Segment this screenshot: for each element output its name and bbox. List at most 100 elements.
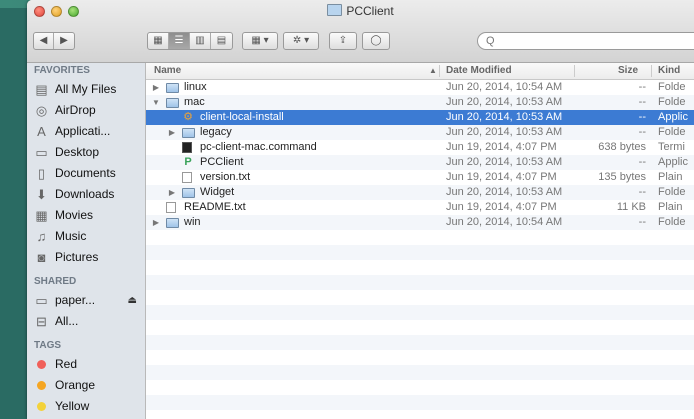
share-button[interactable]: ⇪ bbox=[329, 32, 357, 50]
empty-row bbox=[146, 260, 694, 275]
sidebar-item-airdrop[interactable]: ◎ AirDrop bbox=[27, 100, 145, 121]
table-row[interactable]: version.txt Jun 19, 2014, 4:07 PM 135 byte… bbox=[146, 170, 694, 185]
disclosure-closed-icon[interactable]: ▶ bbox=[152, 215, 160, 230]
nav-buttons: ◀ ▶ bbox=[33, 32, 75, 50]
sidebar-item-all-my-files[interactable]: ▤ All My Files bbox=[27, 79, 145, 100]
file-kind: Folde bbox=[658, 126, 686, 138]
applications-icon: A bbox=[37, 124, 46, 139]
empty-row bbox=[146, 380, 694, 395]
sidebar-item-label: Movies bbox=[55, 208, 94, 222]
finder-window: PCClient ◀ ▶ ▦ ☰ ▥ ▤ ▦ ▾ ✲ ▾ ⇪ ◯ Q FAVOR… bbox=[27, 0, 694, 419]
icon-view-button[interactable]: ▦ bbox=[148, 33, 169, 49]
title-bar: PCClient ◀ ▶ ▦ ☰ ▥ ▤ ▦ ▾ ✲ ▾ ⇪ ◯ Q bbox=[27, 0, 694, 63]
column-name[interactable]: Name bbox=[154, 63, 181, 79]
table-row[interactable]: ▼ mac Jun 20, 2014, 10:53 AM -- Folde bbox=[146, 95, 694, 110]
sidebar-item-music[interactable]: ♫ Music bbox=[27, 226, 145, 247]
folder-icon bbox=[166, 218, 179, 228]
sidebar-item-label: Music bbox=[55, 229, 87, 243]
empty-row bbox=[146, 230, 694, 245]
empty-row bbox=[146, 275, 694, 290]
desktop-icon: ▭ bbox=[35, 145, 48, 160]
back-button[interactable]: ◀ bbox=[34, 33, 55, 49]
folder-icon bbox=[166, 98, 179, 108]
sidebar-item-label: Desktop bbox=[55, 145, 100, 159]
file-date-modified: Jun 20, 2014, 10:53 AM bbox=[446, 111, 563, 123]
sidebar-item-label: All... bbox=[55, 314, 79, 328]
file-date-modified: Jun 20, 2014, 10:53 AM bbox=[446, 186, 563, 198]
empty-row bbox=[146, 290, 694, 305]
sidebar-item-tag-yellow[interactable]: Yellow bbox=[27, 396, 145, 417]
sidebar-item-documents[interactable]: ▯ Documents bbox=[27, 163, 145, 184]
file-date-modified: Jun 20, 2014, 10:54 AM bbox=[446, 81, 563, 93]
column-kind[interactable]: Kind bbox=[658, 63, 680, 79]
file-name: pc-client-mac.command bbox=[200, 141, 317, 153]
sidebar-item-downloads[interactable]: ⬇ Downloads bbox=[27, 184, 145, 205]
coverflow-view-button[interactable]: ▤ bbox=[211, 33, 232, 49]
sidebar-item-paper-server[interactable]: ▭ paper... ⏏ bbox=[27, 290, 145, 311]
column-divider[interactable] bbox=[439, 65, 440, 77]
sidebar-item-applications[interactable]: A Applicati... bbox=[27, 121, 145, 142]
table-row[interactable]: ▶ win Jun 20, 2014, 10:54 AM -- Folde bbox=[146, 215, 694, 230]
empty-row bbox=[146, 395, 694, 410]
sidebar-item-movies[interactable]: ▦ Movies bbox=[27, 205, 145, 226]
file-kind: Applic bbox=[658, 111, 688, 123]
search-input[interactable]: Q bbox=[477, 32, 694, 50]
column-view-button[interactable]: ▥ bbox=[190, 33, 211, 49]
yellow-tag-icon bbox=[37, 402, 46, 411]
table-row[interactable]: README.txt Jun 19, 2014, 4:07 PM 11 KB Plai… bbox=[146, 200, 694, 215]
file-name: win bbox=[184, 216, 201, 228]
file-date-modified: Jun 19, 2014, 4:07 PM bbox=[446, 201, 557, 213]
column-date-modified[interactable]: Date Modified bbox=[446, 63, 512, 79]
sidebar-item-desktop[interactable]: ▭ Desktop bbox=[27, 142, 145, 163]
sidebar-item-label: Pictures bbox=[55, 250, 99, 264]
empty-row bbox=[146, 245, 694, 260]
table-row[interactable]: P PCClient Jun 20, 2014, 10:53 AM -- Applic bbox=[146, 155, 694, 170]
terminal-file-icon bbox=[182, 142, 192, 153]
column-header: Name ▲ Date Modified Size Kind bbox=[146, 63, 694, 80]
column-divider[interactable] bbox=[651, 65, 652, 77]
documents-icon: ▯ bbox=[37, 166, 46, 181]
action-button[interactable]: ✲ ▾ bbox=[283, 32, 319, 50]
table-row[interactable]: ▶ legacy Jun 20, 2014, 10:53 AM -- Folde bbox=[146, 125, 694, 140]
sort-ascending-icon: ▲ bbox=[429, 66, 437, 75]
folder-icon bbox=[182, 128, 195, 138]
empty-row bbox=[146, 305, 694, 320]
red-tag-icon bbox=[37, 360, 46, 369]
table-row[interactable]: ⚙ client-local-install Jun 20, 2014, 10:53… bbox=[146, 110, 694, 125]
eject-icon[interactable]: ⏏ bbox=[128, 290, 137, 311]
sidebar-item-pictures[interactable]: ◙ Pictures bbox=[27, 247, 145, 268]
window-title-text: PCClient bbox=[346, 4, 394, 18]
file-kind: Plain bbox=[658, 171, 683, 183]
file-size: -- bbox=[638, 81, 646, 93]
file-date-modified: Jun 20, 2014, 10:54 AM bbox=[446, 216, 563, 228]
all-files-icon: ▤ bbox=[35, 82, 48, 97]
downloads-icon: ⬇ bbox=[36, 187, 47, 202]
sidebar-heading-favorites: FAVORITES bbox=[34, 65, 90, 76]
disclosure-closed-icon[interactable]: ▶ bbox=[168, 125, 176, 140]
file-name: README.txt bbox=[184, 201, 246, 213]
text-file-icon bbox=[166, 202, 176, 213]
arrange-button[interactable]: ▦ ▾ bbox=[242, 32, 278, 50]
forward-button[interactable]: ▶ bbox=[54, 33, 74, 49]
file-name: client-local-install bbox=[200, 111, 284, 123]
table-row[interactable]: ▶ Widget Jun 20, 2014, 10:53 AM -- Folde bbox=[146, 185, 694, 200]
file-size: -- bbox=[638, 126, 646, 138]
movies-icon: ▦ bbox=[35, 208, 48, 223]
file-list: Name ▲ Date Modified Size Kind ▶ linux Jun… bbox=[146, 63, 694, 419]
column-divider[interactable] bbox=[574, 65, 575, 77]
disclosure-open-icon[interactable]: ▼ bbox=[152, 95, 160, 110]
file-kind: Folde bbox=[658, 216, 686, 228]
disclosure-closed-icon[interactable]: ▶ bbox=[168, 185, 176, 200]
table-row[interactable]: pc-client-mac.command Jun 19, 2014, 4:07 … bbox=[146, 140, 694, 155]
sidebar-item-all-shared[interactable]: ⊟ All... bbox=[27, 311, 145, 332]
file-date-modified: Jun 20, 2014, 10:53 AM bbox=[446, 156, 563, 168]
column-size[interactable]: Size bbox=[618, 63, 638, 79]
empty-row bbox=[146, 335, 694, 350]
sidebar-item-tag-orange[interactable]: Orange bbox=[27, 375, 145, 396]
disclosure-closed-icon[interactable]: ▶ bbox=[152, 80, 160, 95]
sidebar-item-tag-red[interactable]: Red bbox=[27, 354, 145, 375]
window-title: PCClient bbox=[27, 4, 694, 18]
tag-button[interactable]: ◯ bbox=[362, 32, 390, 50]
list-view-button[interactable]: ☰ bbox=[169, 33, 190, 49]
table-row[interactable]: ▶ linux Jun 20, 2014, 10:54 AM -- Folde bbox=[146, 80, 694, 95]
